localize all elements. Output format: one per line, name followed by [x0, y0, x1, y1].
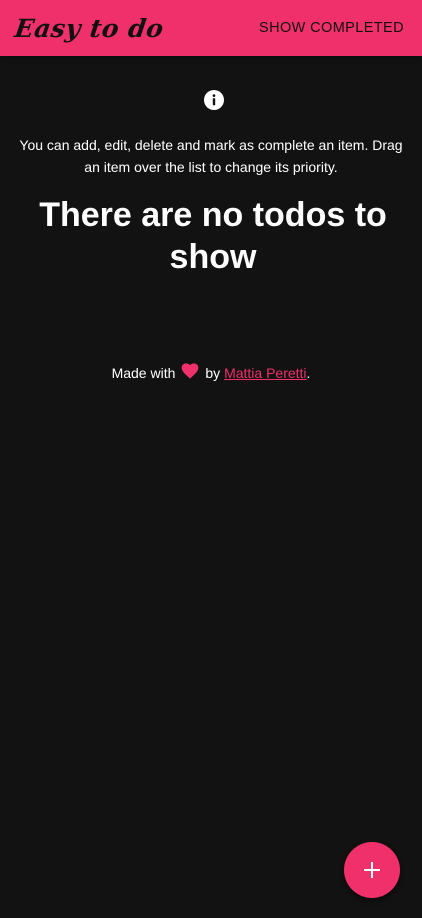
- app-bar: Easy to do SHOW COMPLETED: [0, 0, 422, 56]
- plus-icon: [364, 862, 380, 878]
- info-icon: [204, 90, 224, 110]
- footer: Made with by Mattia Peretti.: [0, 360, 422, 386]
- add-todo-button[interactable]: [344, 842, 400, 898]
- heart-icon: [182, 363, 199, 379]
- app-root: Easy to do SHOW COMPLETED You can add, e…: [0, 0, 422, 918]
- app-title: Easy to do: [12, 13, 166, 43]
- show-completed-button[interactable]: SHOW COMPLETED: [259, 20, 404, 36]
- footer-period: .: [306, 365, 311, 381]
- author-link[interactable]: Mattia Peretti: [224, 365, 306, 381]
- info-text: You can add, edit, delete and mark as co…: [19, 137, 403, 175]
- by-text: by: [205, 365, 221, 381]
- made-with-text: Made with: [111, 365, 176, 381]
- empty-state-title: There are no todos to show: [39, 196, 387, 276]
